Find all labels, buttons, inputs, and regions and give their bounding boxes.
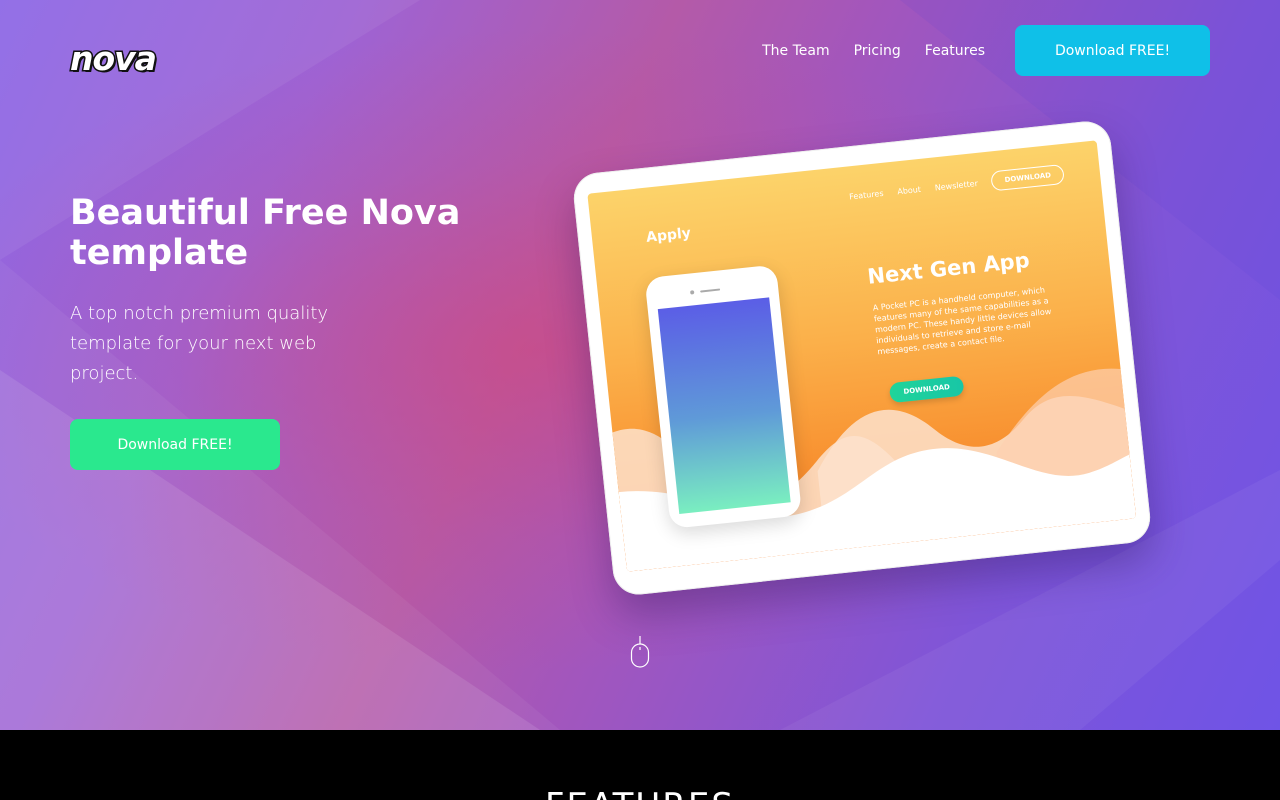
nova-logo[interactable]: nova — [69, 38, 159, 79]
mouse-icon[interactable] — [630, 636, 650, 668]
hero-section: nova The Team Pricing Features Download … — [0, 0, 1280, 730]
features-heading: FEATURES — [0, 786, 1280, 800]
phone-camera — [690, 290, 695, 295]
phone-screen — [657, 297, 791, 514]
tablet-screen: Apply Features About Newsletter DOWNLOAD… — [587, 140, 1137, 572]
phone-mockup — [644, 264, 803, 529]
mockup-nav-item: Features — [848, 188, 884, 201]
nav-item-pricing[interactable]: Pricing — [854, 26, 901, 76]
main-nav: The Team Pricing Features Download FREE! — [738, 25, 1210, 76]
hero-subtitle: A top notch premium quality template for… — [70, 303, 329, 384]
hero-download-button[interactable]: Download FREE! — [70, 419, 280, 470]
features-section: FEATURES — [0, 730, 1280, 800]
tablet-mockup: Apply Features About Newsletter DOWNLOAD… — [571, 118, 1153, 598]
mockup-nav-item: Newsletter — [934, 178, 979, 192]
phone-speaker — [700, 288, 721, 293]
mockup-nav-item: About — [896, 184, 922, 196]
hero-title: Beautiful Free Nova template — [70, 193, 461, 273]
nav-item-the-team[interactable]: The Team — [762, 26, 830, 76]
nav-item-features[interactable]: Features — [925, 26, 985, 76]
nav-download-button[interactable]: Download FREE! — [1015, 25, 1210, 76]
